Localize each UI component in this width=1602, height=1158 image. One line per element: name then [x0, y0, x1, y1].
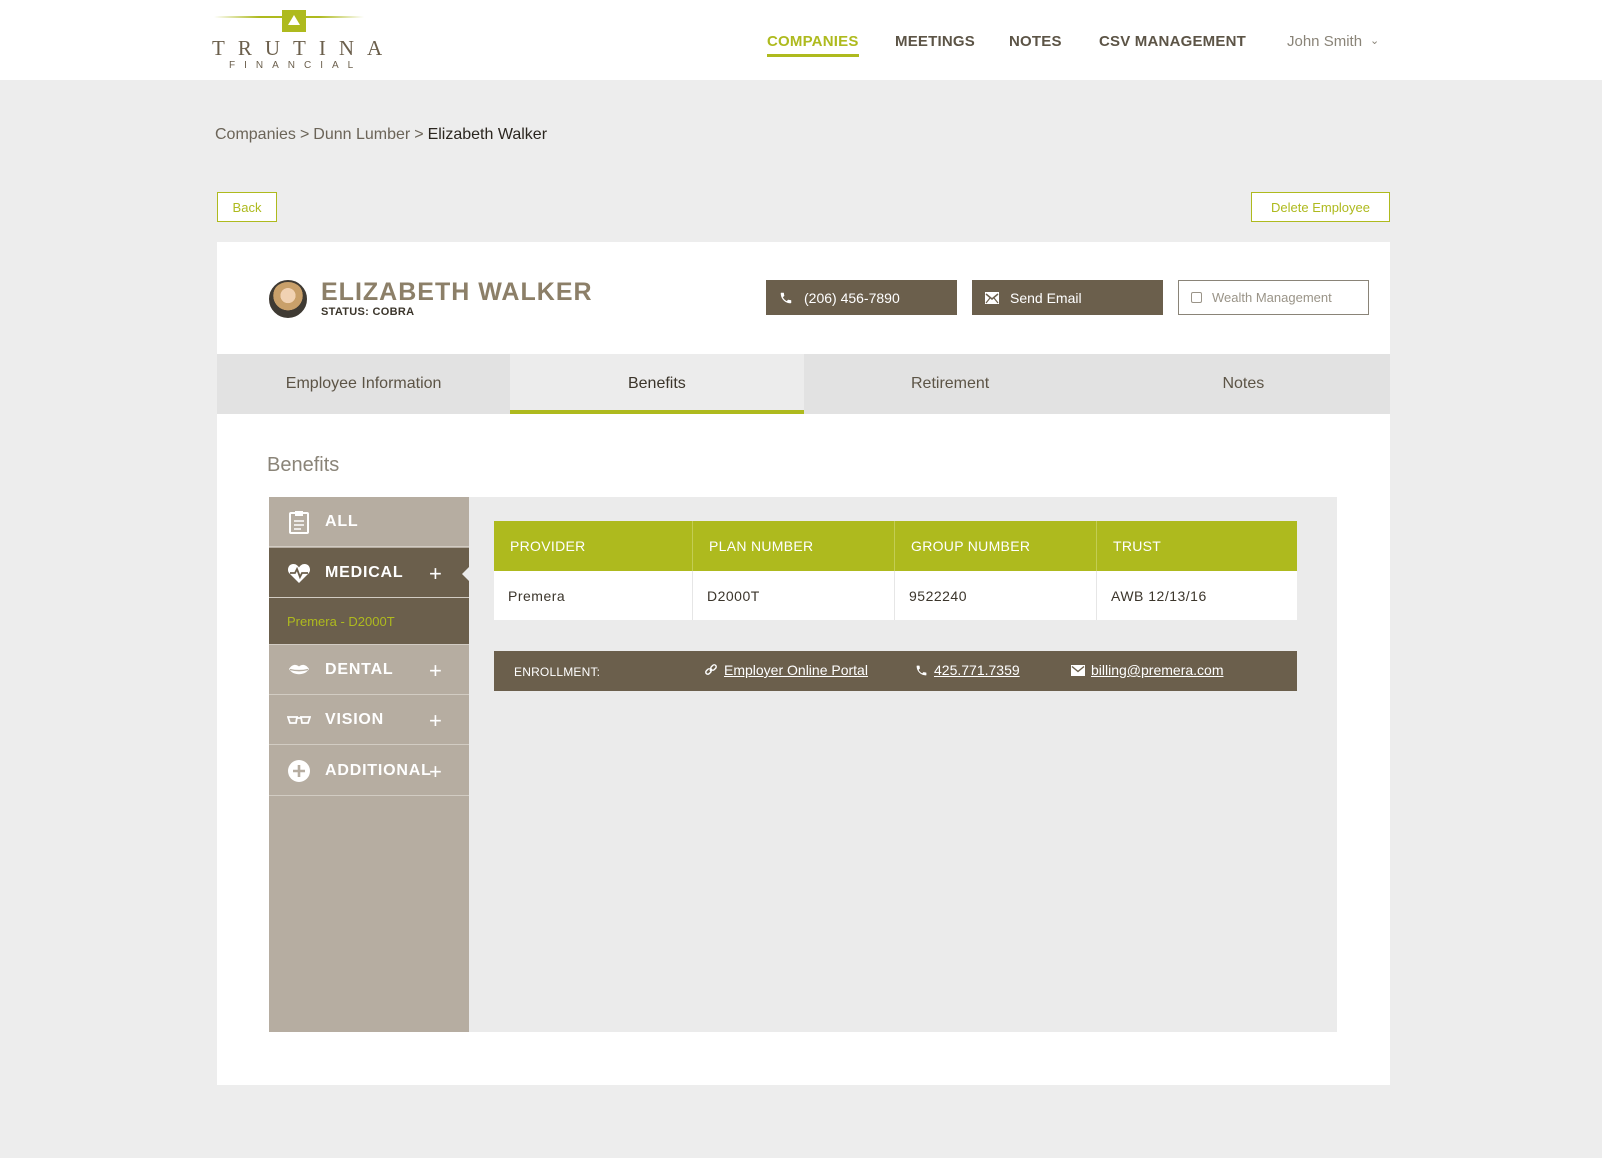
phone-icon [778, 290, 794, 306]
enrollment-email-link[interactable]: billing@premera.com [1071, 662, 1223, 678]
checkbox-icon[interactable] [1191, 292, 1202, 303]
back-button[interactable]: Back [217, 192, 277, 222]
employer-portal-link[interactable]: Employer Online Portal [704, 662, 868, 678]
logo-subtitle: FINANCIAL [229, 60, 363, 71]
expand-medical-icon[interactable]: + [429, 561, 443, 587]
lips-icon [287, 658, 311, 682]
nav-csv-management[interactable]: CSV MANAGEMENT [1099, 33, 1246, 57]
logo-mark-icon [282, 10, 306, 32]
employee-status: STATUS: COBRA [321, 306, 415, 318]
sidebar-item-dental[interactable]: DENTAL + [269, 645, 469, 695]
sidebar-item-medical[interactable]: MEDICAL + [269, 548, 470, 598]
breadcrumb-current: Elizabeth Walker [427, 126, 548, 143]
phone-button[interactable]: (206) 456-7890 [766, 280, 957, 315]
tab-notes[interactable]: Notes [1097, 354, 1390, 414]
sidebar-item-vision[interactable]: VISION + [269, 695, 469, 745]
cell-group-number: 9522240 [895, 571, 1097, 620]
breadcrumb-separator: > [414, 126, 424, 143]
nav-companies[interactable]: COMPANIES [767, 33, 859, 57]
user-menu[interactable]: John Smith ⌄ [1287, 33, 1379, 50]
section-title: Benefits [267, 454, 340, 476]
expand-dental-icon[interactable]: + [429, 658, 443, 684]
phone-icon [914, 663, 928, 677]
nav-meetings[interactable]: MEETINGS [895, 33, 975, 57]
wealth-management-checkbox[interactable]: Wealth Management [1178, 280, 1369, 315]
link-icon [704, 663, 718, 677]
trutina-logo[interactable]: TRUTINA FINANCIAL [212, 8, 396, 74]
delete-employee-button[interactable]: Delete Employee [1251, 192, 1390, 222]
expand-vision-icon[interactable]: + [429, 708, 443, 734]
column-header-trust: TRUST [1113, 538, 1162, 554]
column-header-group-number: GROUP NUMBER [895, 521, 1097, 571]
employee-name: ELIZABETH WALKER [321, 278, 593, 306]
cell-provider: Premera [494, 571, 693, 620]
employee-card: ELIZABETH WALKER STATUS: COBRA (206) 456… [217, 242, 1390, 1085]
send-email-label: Send Email [1010, 289, 1082, 306]
sidebar-item-additional[interactable]: ADDITIONAL + [269, 746, 469, 796]
cell-plan-number: D2000T [693, 571, 895, 620]
benefits-sidebar: ALL MEDICAL + Premera - D2000T DENTAL + [269, 497, 470, 1032]
envelope-icon [984, 290, 1000, 306]
sidebar-item-label: ADDITIONAL [325, 761, 432, 779]
column-header-plan-number: PLAN NUMBER [693, 521, 895, 571]
breadcrumb-separator: > [299, 126, 310, 143]
benefits-panel: ALL MEDICAL + Premera - D2000T DENTAL + [269, 497, 1337, 1032]
enrollment-bar: ENROLLMENT: Employer Online Portal 425.7… [494, 651, 1297, 691]
sidebar-item-label: VISION [325, 710, 385, 728]
tab-benefits[interactable]: Benefits [510, 354, 804, 414]
enrollment-label: ENROLLMENT: [514, 665, 601, 679]
sidebar-item-all[interactable]: ALL [269, 497, 469, 547]
avatar [269, 280, 307, 318]
enrollment-email-text[interactable]: billing@premera.com [1091, 662, 1223, 678]
table-header: PROVIDER PLAN NUMBER GROUP NUMBER TRUST [494, 521, 1297, 571]
tab-employee-information[interactable]: Employee Information [217, 354, 510, 414]
tab-retirement[interactable]: Retirement [804, 354, 1097, 414]
phone-number: (206) 456-7890 [804, 289, 900, 306]
plus-circle-icon [287, 759, 311, 783]
employer-portal-text[interactable]: Employer Online Portal [724, 662, 868, 678]
column-header-provider: PROVIDER [494, 521, 693, 571]
sidebar-item-label: MEDICAL [325, 563, 404, 581]
user-name: John Smith [1287, 33, 1363, 50]
send-email-button[interactable]: Send Email [972, 280, 1163, 315]
expand-additional-icon[interactable]: + [429, 759, 443, 785]
wealth-management-label: Wealth Management [1212, 290, 1332, 305]
clipboard-icon [287, 510, 311, 534]
chevron-down-icon: ⌄ [1370, 35, 1380, 47]
top-navigation-bar: TRUTINA FINANCIAL COMPANIES MEETINGS NOT… [0, 0, 1602, 80]
breadcrumb: Companies > Dunn Lumber > Elizabeth Walker [215, 126, 547, 144]
glasses-icon [287, 708, 311, 732]
breadcrumb-company[interactable]: Dunn Lumber [313, 126, 410, 143]
logo-wordmark: TRUTINA [212, 36, 396, 60]
benefits-table: PROVIDER PLAN NUMBER GROUP NUMBER TRUST … [494, 521, 1297, 620]
enrollment-phone-link[interactable]: 425.771.7359 [914, 662, 1020, 678]
employee-tabs: Employee Information Benefits Retirement… [217, 354, 1390, 414]
table-row: Premera D2000T 9522240 AWB 12/13/16 [494, 571, 1297, 620]
sidebar-item-label: DENTAL [325, 660, 394, 678]
breadcrumb-companies[interactable]: Companies [215, 126, 296, 143]
sidebar-subitem-premera[interactable]: Premera - D2000T [269, 598, 469, 645]
envelope-icon [1071, 663, 1085, 677]
nav-notes[interactable]: NOTES [1009, 33, 1062, 57]
sidebar-item-label: ALL [325, 512, 359, 530]
enrollment-phone-text[interactable]: 425.771.7359 [934, 662, 1020, 678]
heart-pulse-icon [287, 561, 311, 585]
cell-trust: AWB 12/13/16 [1111, 587, 1207, 604]
